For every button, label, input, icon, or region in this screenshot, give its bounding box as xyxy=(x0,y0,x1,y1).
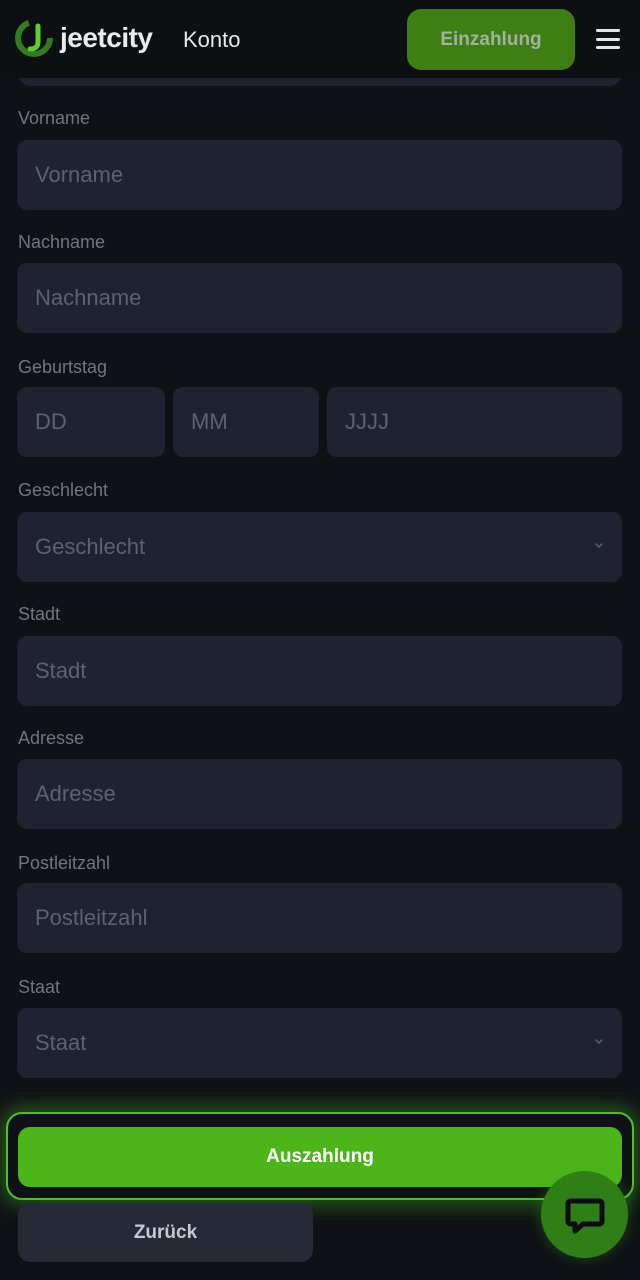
postal-code-field[interactable]: Postleitzahl xyxy=(17,883,622,953)
address-placeholder: Adresse xyxy=(35,781,116,806)
brand-logo[interactable]: jeetcity xyxy=(14,18,153,58)
postal-code-label: Postleitzahl xyxy=(18,853,111,873)
last-name-label: Nachname xyxy=(18,232,106,252)
account-page: jeetcity Konto Einzahlung Vorname Vornam… xyxy=(0,0,640,1280)
city-field[interactable]: Stadt xyxy=(17,636,622,706)
birthday-year-placeholder: JJJJ xyxy=(345,409,389,434)
top-header: jeetcity Konto Einzahlung xyxy=(0,0,640,78)
first-name-placeholder: Vorname xyxy=(35,162,124,187)
last-name-field[interactable]: Nachname xyxy=(17,263,622,333)
hamburger-menu-icon[interactable] xyxy=(596,29,620,49)
birthday-day-field[interactable]: DD xyxy=(17,387,165,457)
postal-code-placeholder: Postleitzahl xyxy=(35,905,148,930)
back-button[interactable]: Zurück xyxy=(18,1203,313,1262)
state-placeholder: Staat xyxy=(35,1030,87,1055)
city-placeholder: Stadt xyxy=(35,658,87,683)
last-name-placeholder: Nachname xyxy=(35,285,142,310)
chat-bubble-icon xyxy=(565,1198,604,1233)
chevron-down-icon xyxy=(595,543,603,549)
gender-label: Geschlecht xyxy=(18,480,109,500)
payout-button[interactable]: Auszahlung xyxy=(18,1127,622,1187)
page-title: Konto xyxy=(183,27,241,52)
state-select[interactable]: Staat xyxy=(17,1008,622,1078)
gender-select[interactable]: Geschlecht xyxy=(17,512,622,582)
birthday-day-placeholder: DD xyxy=(35,409,67,434)
gender-placeholder: Geschlecht xyxy=(35,534,146,559)
address-label: Adresse xyxy=(18,728,85,748)
jeetcity-logo-icon xyxy=(15,19,53,57)
birthday-label: Geburtstag xyxy=(18,357,108,377)
city-label: Stadt xyxy=(18,604,61,624)
live-chat-button[interactable] xyxy=(541,1171,628,1258)
state-label: Staat xyxy=(18,977,61,997)
birthday-year-field[interactable]: JJJJ xyxy=(327,387,622,457)
address-field[interactable]: Adresse xyxy=(17,759,622,829)
birthday-month-placeholder: MM xyxy=(191,409,228,434)
deposit-button[interactable]: Einzahlung xyxy=(407,9,575,70)
first-name-field[interactable]: Vorname xyxy=(17,140,622,210)
brand-name: jeetcity xyxy=(60,22,153,53)
first-name-label: Vorname xyxy=(18,108,91,128)
birthday-month-field[interactable]: MM xyxy=(173,387,319,457)
chevron-down-icon xyxy=(595,1039,603,1045)
